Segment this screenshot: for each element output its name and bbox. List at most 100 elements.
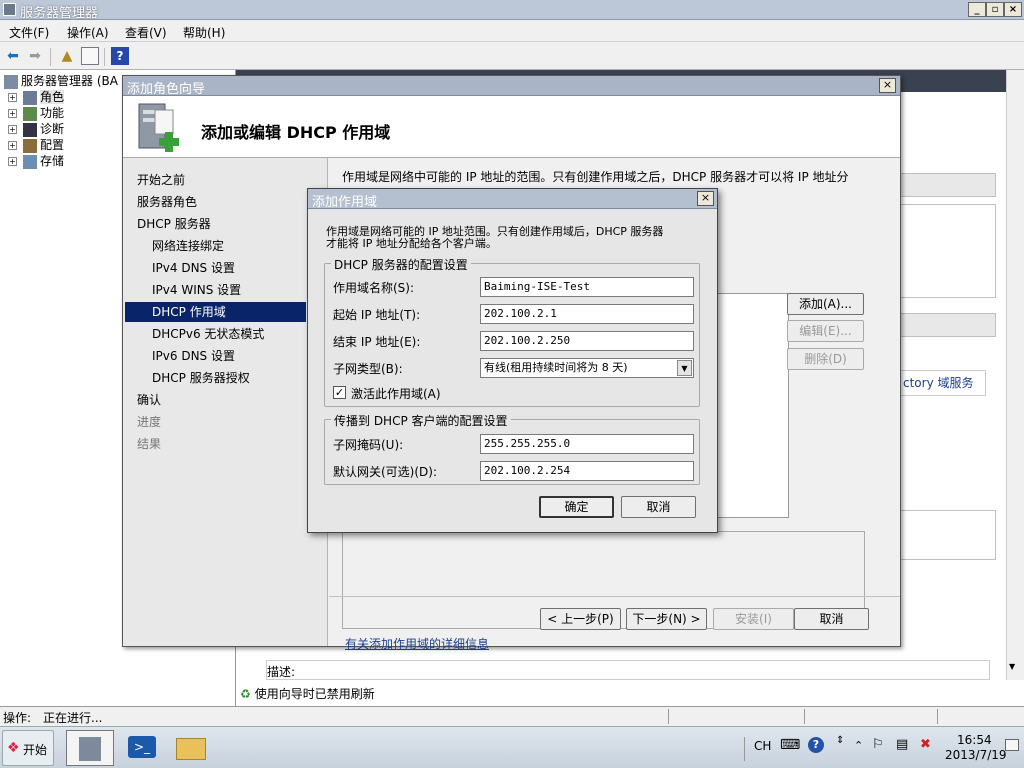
chevron-up-icon[interactable]: ⌃ (854, 739, 863, 752)
back-arrow-icon[interactable]: ⬅ (4, 47, 22, 65)
wizard-close-icon[interactable]: × (879, 78, 896, 93)
show-hide-tree-icon[interactable] (81, 47, 99, 65)
storage-icon (23, 154, 37, 169)
wizard-step[interactable]: 进度 (137, 412, 161, 432)
wizard-step[interactable]: 服务器角色 (137, 192, 197, 212)
wizard-title-bar: 添加角色向导 × (123, 76, 900, 97)
dialog-close-icon[interactable]: × (697, 191, 714, 206)
tree-item-features[interactable]: + 功能 (8, 105, 64, 121)
footer-divider (329, 596, 900, 597)
expand-icon[interactable]: + (8, 157, 17, 166)
start-button[interactable]: ❖ 开始 (2, 730, 54, 766)
gateway-label: 默认网关(可选)(D): (333, 465, 438, 479)
end-ip-label: 结束 IP 地址(E): (333, 335, 421, 349)
expand-icon[interactable]: + (8, 125, 17, 134)
up-folder-icon[interactable]: ▲ (58, 47, 76, 65)
end-ip-input[interactable]: 202.100.2.250 (480, 331, 694, 351)
flag-icon[interactable]: ⚐ (872, 737, 884, 752)
minimize-button[interactable]: _ (968, 2, 986, 17)
server-add-icon (138, 103, 179, 152)
help-icon[interactable]: ? (808, 737, 824, 753)
wizard-step-nav: 开始之前 服务器角色 DHCP 服务器 网络连接绑定 IPv4 DNS 设置 IPv4 W… (123, 158, 328, 646)
refresh-icon: ♻ (240, 687, 251, 701)
server-manager-icon (79, 737, 101, 761)
taskbar: ❖ 开始 >_ CH ⌨ ? ⇕ ⌃ ⚐ ▤ ✖ 16:54 2013/7/19 (0, 726, 1024, 768)
close-button[interactable]: × (1004, 2, 1022, 17)
windows-logo-icon: ❖ (7, 740, 20, 756)
subnet-type-value: 有线(租用持续时间将为 8 天) (484, 361, 628, 374)
server-config-group: DHCP 服务器的配置设置 作用域名称(S): Baiming-ISE-Test… (324, 256, 700, 407)
wizard-step[interactable]: DHCPv6 无状态模式 (152, 324, 264, 344)
start-ip-input[interactable]: 202.100.2.1 (480, 304, 694, 324)
back-button[interactable]: < 上一步(P) (540, 608, 621, 630)
wizard-step[interactable]: IPv4 WINS 设置 (152, 280, 241, 300)
restore-button[interactable]: ▫ (986, 2, 1004, 17)
dialog-cancel-button[interactable]: 取消 (621, 496, 696, 518)
tree-item-diagnostics[interactable]: + 诊断 (8, 121, 64, 137)
status-divider (804, 709, 805, 724)
wizard-step[interactable]: 开始之前 (137, 170, 185, 190)
subnet-type-label: 子网类型(B): (333, 362, 403, 376)
install-button[interactable]: 安装(I) (713, 608, 794, 630)
section-body (900, 204, 996, 298)
expand-icon[interactable]: + (8, 109, 17, 118)
section-body (900, 510, 996, 560)
network-icon[interactable]: ▤ (896, 737, 908, 752)
menu-view[interactable]: 查看(V) (125, 24, 167, 41)
volume-muted-icon[interactable]: ✖ (920, 737, 931, 752)
subnet-type-select[interactable]: 有线(租用持续时间将为 8 天) ▼ (480, 358, 694, 378)
server-icon (4, 74, 18, 89)
next-button[interactable]: 下一步(N) > (626, 608, 707, 630)
chevron-down-icon[interactable]: ▼ (677, 360, 692, 376)
wizard-step[interactable]: DHCP 服务器授权 (152, 368, 250, 388)
clock-date[interactable]: 2013/7/19 (945, 748, 1007, 762)
powershell-icon: >_ (128, 736, 156, 758)
gateway-input[interactable]: 202.100.2.254 (480, 461, 694, 481)
menu-action[interactable]: 操作(A) (67, 24, 109, 41)
tree-root[interactable]: 服务器管理器 (BA (4, 73, 118, 89)
taskbar-server-manager[interactable] (66, 730, 114, 766)
forward-arrow-icon[interactable]: ➡ (26, 47, 44, 65)
wizard-step[interactable]: DHCP 服务器 (137, 214, 211, 234)
language-indicator[interactable]: CH (754, 739, 771, 753)
delete-scope-button[interactable]: 删除(D) (787, 348, 864, 370)
tree-item-roles[interactable]: + 角色 (8, 89, 65, 105)
status-bar: 操作: 正在进行... (0, 706, 1024, 726)
menu-file[interactable]: 文件(F) (9, 24, 49, 41)
vertical-scrollbar[interactable]: ▼ (1006, 70, 1024, 680)
wizard-cancel-button[interactable]: 取消 (794, 608, 869, 630)
wizard-step[interactable]: IPv4 DNS 设置 (152, 258, 235, 278)
status-divider (937, 709, 938, 724)
expand-icon[interactable]: + (8, 141, 17, 150)
activate-scope-checkbox[interactable]: ✓ (333, 386, 346, 399)
taskbar-explorer[interactable] (170, 730, 210, 766)
tree-item-configuration[interactable]: + 配置 (8, 137, 64, 153)
start-label: 开始 (23, 743, 48, 757)
tree-item-storage[interactable]: + 存储 (8, 153, 64, 169)
tray-divider (744, 737, 745, 761)
status-divider (668, 709, 669, 724)
help-icon[interactable]: ? (111, 47, 129, 65)
subnet-mask-input[interactable]: 255.255.255.0 (480, 434, 694, 454)
wizard-step[interactable]: 确认 (137, 390, 161, 410)
scope-name-input[interactable]: Baiming-ISE-Test (480, 277, 694, 297)
expand-icon[interactable]: + (8, 93, 17, 102)
ok-button[interactable]: 确定 (539, 496, 614, 518)
options-icon[interactable]: ⇕ (836, 735, 844, 746)
edit-scope-button[interactable]: 编辑(E)... (787, 320, 864, 342)
scroll-down-icon[interactable]: ▼ (1009, 662, 1015, 671)
taskbar-powershell[interactable]: >_ (122, 730, 162, 766)
more-info-link[interactable]: 有关添加作用域的详细信息 (345, 635, 489, 652)
wizard-step[interactable]: DHCP 作用域 (125, 302, 306, 322)
keyboard-icon[interactable]: ⌨ (780, 737, 800, 753)
wizard-step[interactable]: IPv6 DNS 设置 (152, 346, 235, 366)
wizard-step[interactable]: 网络连接绑定 (152, 236, 224, 256)
menu-help[interactable]: 帮助(H) (183, 24, 225, 41)
ad-domain-services-link[interactable]: ctory 域服务 (900, 370, 986, 396)
wizard-intro-text: 作用域是网络中可能的 IP 地址的范围。只有创建作用域之后，DHCP 服务器才可… (342, 170, 849, 184)
add-scope-button[interactable]: 添加(A)... (787, 293, 864, 315)
clock-time[interactable]: 16:54 (957, 733, 992, 747)
wizard-step[interactable]: 结果 (137, 434, 161, 454)
description-box: 描述: (266, 660, 990, 680)
show-desktop-icon[interactable] (1005, 739, 1019, 751)
